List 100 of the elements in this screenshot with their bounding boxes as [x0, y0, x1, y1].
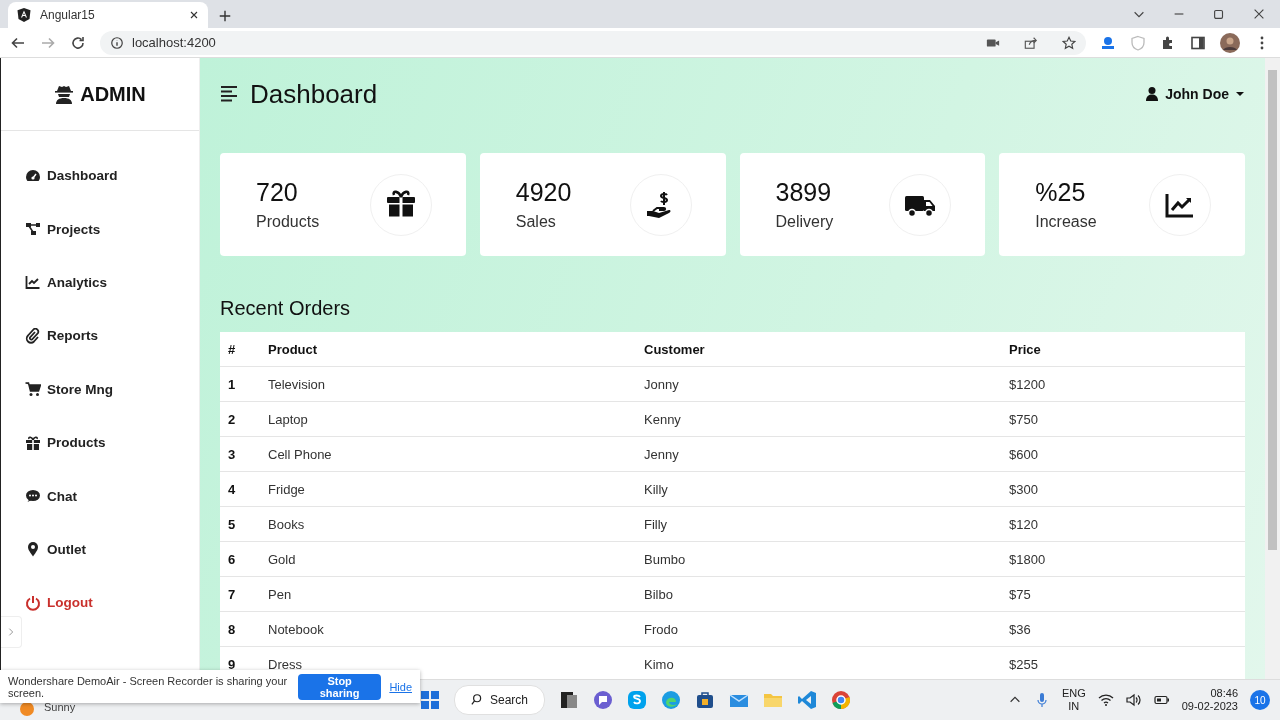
- share-icon: [1024, 35, 1038, 50]
- table-cell: Bumbo: [636, 541, 1001, 577]
- stat-value: 4920: [515, 178, 573, 207]
- map-pin-icon: [25, 541, 41, 558]
- user-menu[interactable]: John Doe: [1145, 86, 1245, 102]
- table-cell: Gold: [260, 541, 636, 577]
- sidebar-item[interactable]: Dashboard: [1, 149, 199, 203]
- gift-icon: [25, 434, 41, 451]
- chat-icon: [25, 488, 41, 505]
- weather-text: Sunny: [44, 701, 76, 713]
- table-cell: 5: [220, 506, 260, 542]
- table-cell: Kenny: [636, 401, 1001, 437]
- network-icon: [25, 221, 41, 238]
- table-cell: $300: [1001, 471, 1245, 507]
- table-cell: 7: [220, 576, 260, 612]
- info-icon: [110, 35, 124, 50]
- chrome-icon: [831, 690, 852, 710]
- caret-icon: [1235, 89, 1245, 99]
- table-cell: 6: [220, 541, 260, 577]
- sidebar-item[interactable]: Store Mng: [1, 362, 199, 416]
- address-bar[interactable]: localhost:4200: [100, 30, 1086, 55]
- table-cell: Filly: [636, 506, 1001, 542]
- cart-icon: [25, 381, 41, 398]
- tab-title: Angular15: [40, 8, 96, 22]
- star-icon: [1062, 35, 1076, 50]
- column-header: Customer: [636, 332, 1001, 367]
- region-text[interactable]: IN: [1068, 700, 1080, 714]
- table-cell: Cell Phone: [260, 436, 636, 472]
- stat-label: Delivery: [775, 213, 835, 231]
- side-panel-icon: [1190, 34, 1206, 51]
- scrollbar[interactable]: [1265, 58, 1280, 680]
- table-cell: 3: [220, 436, 260, 472]
- column-header: #: [220, 332, 260, 367]
- browser-tab[interactable]: Angular15: [8, 2, 208, 28]
- clock-date[interactable]: 09-02-2023: [1181, 700, 1238, 714]
- paperclip-icon: [25, 327, 41, 344]
- stat-label: Products: [256, 213, 321, 231]
- chat-app-icon: [593, 690, 614, 710]
- user-icon: [1145, 86, 1160, 102]
- spy-icon: [54, 84, 75, 104]
- table-cell: Books: [260, 506, 636, 542]
- clock-time[interactable]: 08:46: [1210, 686, 1238, 700]
- table-cell: Frodo: [636, 611, 1001, 647]
- reload-icon: [70, 34, 86, 51]
- table-cell: Laptop: [260, 401, 636, 437]
- table-cell: Television: [260, 366, 636, 402]
- table-cell: Pen: [260, 576, 636, 612]
- sidebar-item[interactable]: Analytics: [1, 255, 199, 310]
- table-cell: 2: [220, 401, 260, 437]
- taskbar-search[interactable]: Search: [454, 685, 546, 715]
- table-cell: Jonny: [636, 366, 1001, 402]
- menu-icon: [220, 85, 238, 103]
- sidebar-item[interactable]: Logout: [1, 576, 199, 630]
- brand-title: ADMIN: [80, 82, 146, 106]
- hide-link[interactable]: Hide: [389, 680, 412, 693]
- sidebar-item[interactable]: Products: [1, 415, 199, 470]
- shield-icon: [1130, 34, 1146, 51]
- sidebar-item[interactable]: Projects: [1, 202, 199, 256]
- table-cell: $1800: [1001, 541, 1245, 577]
- chevron-right-icon: [6, 626, 16, 638]
- stat-label: Sales: [515, 213, 557, 231]
- new-tab-icon: [218, 9, 232, 23]
- wifi-icon: [1097, 692, 1114, 708]
- table-cell: $750: [1001, 401, 1245, 437]
- column-header: Price: [1001, 332, 1245, 367]
- sidebar-item[interactable]: Outlet: [1, 522, 199, 577]
- stat-value: 720: [256, 178, 299, 207]
- stat-value: 3899: [775, 178, 833, 207]
- collapse-handle[interactable]: [1, 616, 22, 648]
- language-text[interactable]: ENG: [1061, 686, 1086, 700]
- gauge-icon: [25, 167, 41, 184]
- store-icon: [695, 690, 716, 710]
- extension-person-icon: [1100, 34, 1116, 51]
- page-title: Dashboard: [250, 78, 378, 110]
- column-header: Product: [260, 332, 636, 367]
- table-cell: Killy: [636, 471, 1001, 507]
- table-cell: $75: [1001, 576, 1245, 612]
- table-cell: 8: [220, 611, 260, 647]
- notification-badge[interactable]: 10: [1250, 690, 1270, 710]
- table-cell: $36: [1001, 611, 1245, 647]
- speaker-icon: [1125, 692, 1142, 708]
- sidebar-item[interactable]: Chat: [1, 469, 199, 523]
- close-icon: [188, 9, 200, 21]
- profile-avatar[interactable]: [1220, 32, 1240, 53]
- table-cell: Notebook: [260, 611, 636, 647]
- windows-start-icon: [420, 690, 440, 710]
- edge-icon: [661, 690, 682, 710]
- stat-label: Increase: [1035, 213, 1098, 231]
- sidebar-item[interactable]: Reports: [1, 309, 199, 363]
- stat-value: %25: [1035, 178, 1087, 207]
- table-cell: $600: [1001, 436, 1245, 472]
- restore-icon: [1212, 7, 1226, 21]
- line-chart-icon: [25, 274, 41, 291]
- code-editor-icon: [797, 690, 818, 710]
- table-cell: 1: [220, 366, 260, 402]
- table-cell: $120: [1001, 506, 1245, 542]
- angular-logo-icon: [16, 7, 32, 23]
- power-icon: [25, 594, 41, 611]
- stop-sharing-button[interactable]: Stop sharing: [297, 673, 382, 700]
- table-cell: Fridge: [260, 471, 636, 507]
